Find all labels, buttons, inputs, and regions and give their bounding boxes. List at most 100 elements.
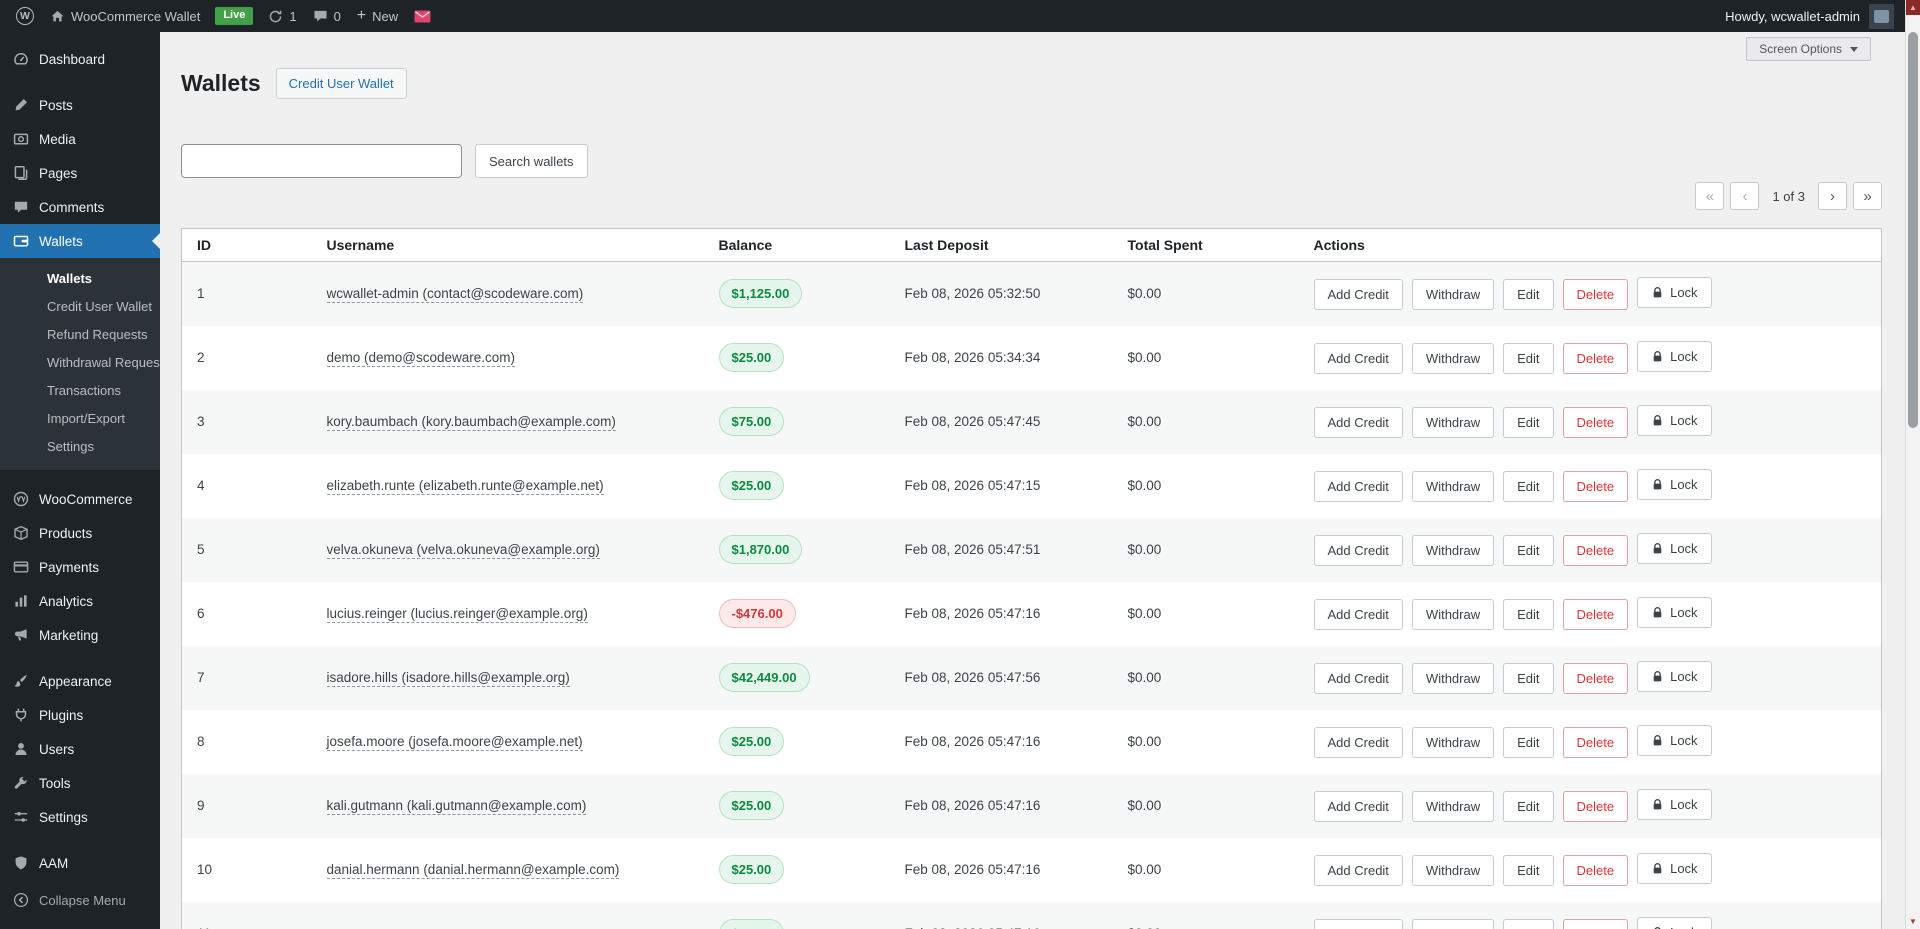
sidebar-item-comments[interactable]: Comments bbox=[0, 190, 160, 224]
add-credit-button[interactable]: Add Credit bbox=[1313, 727, 1403, 758]
sidebar-item-media[interactable]: Media bbox=[0, 122, 160, 156]
delete-button[interactable]: Delete bbox=[1562, 855, 1629, 886]
add-credit-button[interactable]: Add Credit bbox=[1313, 855, 1403, 886]
edit-button[interactable]: Edit bbox=[1503, 727, 1554, 758]
search-wallets-button[interactable]: Search wallets bbox=[475, 144, 588, 178]
sidebar-item-plugins[interactable]: Plugins bbox=[0, 698, 160, 732]
withdraw-button[interactable]: Withdraw bbox=[1411, 727, 1495, 758]
updates-indicator[interactable]: 1 bbox=[260, 0, 304, 32]
submenu-item-withdrawal-requests[interactable]: Withdrawal Requests bbox=[0, 349, 170, 377]
sidebar-item-woocommerce[interactable]: WooCommerce bbox=[0, 482, 160, 516]
add-credit-button[interactable]: Add Credit bbox=[1313, 918, 1403, 929]
sidebar-item-pages[interactable]: Pages bbox=[0, 156, 160, 190]
withdraw-button[interactable]: Withdraw bbox=[1411, 918, 1495, 929]
sidebar-item-appearance[interactable]: Appearance bbox=[0, 664, 160, 698]
delete-button[interactable]: Delete bbox=[1562, 471, 1629, 502]
sidebar-item-tools[interactable]: Tools bbox=[0, 766, 160, 800]
delete-button[interactable]: Delete bbox=[1562, 791, 1629, 822]
delete-button[interactable]: Delete bbox=[1562, 343, 1629, 374]
first-page-button[interactable]: « bbox=[1695, 182, 1725, 210]
collapse-menu-button[interactable]: Collapse Menu bbox=[0, 883, 160, 917]
withdraw-button[interactable]: Withdraw bbox=[1411, 855, 1495, 886]
mail-menu[interactable] bbox=[406, 0, 439, 32]
withdraw-button[interactable]: Withdraw bbox=[1411, 343, 1495, 374]
lock-button[interactable]: Lock bbox=[1637, 789, 1712, 820]
edit-button[interactable]: Edit bbox=[1503, 663, 1554, 694]
edit-button[interactable]: Edit bbox=[1503, 791, 1554, 822]
sidebar-item-products[interactable]: Products bbox=[0, 516, 160, 550]
lock-button[interactable]: Lock bbox=[1637, 853, 1712, 884]
site-name-menu[interactable]: WooCommerce Wallet bbox=[42, 0, 208, 32]
delete-button[interactable]: Delete bbox=[1562, 407, 1629, 438]
lock-button[interactable]: Lock bbox=[1637, 725, 1712, 756]
withdraw-button[interactable]: Withdraw bbox=[1411, 407, 1495, 438]
new-content-menu[interactable]: + New bbox=[349, 0, 406, 32]
lock-button[interactable]: Lock bbox=[1637, 533, 1712, 564]
add-credit-button[interactable]: Add Credit bbox=[1313, 407, 1403, 438]
withdraw-button[interactable]: Withdraw bbox=[1411, 791, 1495, 822]
delete-button[interactable]: Delete bbox=[1562, 535, 1629, 566]
edit-button[interactable]: Edit bbox=[1503, 343, 1554, 374]
sidebar-item-dashboard[interactable]: Dashboard bbox=[0, 42, 160, 76]
add-credit-button[interactable]: Add Credit bbox=[1313, 343, 1403, 374]
withdraw-button[interactable]: Withdraw bbox=[1411, 279, 1495, 311]
screen-options-button[interactable]: Screen Options bbox=[1746, 37, 1871, 61]
submenu-item-credit-user-wallet[interactable]: Credit User Wallet bbox=[0, 293, 160, 321]
scroll-up-button[interactable]: ▲ bbox=[1906, 0, 1920, 15]
lock-button[interactable]: Lock bbox=[1637, 597, 1712, 628]
sidebar-item-marketing[interactable]: Marketing bbox=[0, 618, 160, 652]
edit-button[interactable]: Edit bbox=[1503, 279, 1554, 311]
withdraw-button[interactable]: Withdraw bbox=[1411, 471, 1495, 502]
scroll-down-button[interactable]: ▼ bbox=[1906, 914, 1920, 929]
scrollbar-thumb[interactable] bbox=[1908, 32, 1918, 428]
lock-button[interactable]: Lock bbox=[1637, 277, 1712, 309]
submenu-item-refund-requests[interactable]: Refund Requests bbox=[0, 321, 160, 349]
submenu-item-transactions[interactable]: Transactions bbox=[0, 377, 160, 405]
wordpress-logo[interactable]: W bbox=[8, 0, 42, 32]
edit-button[interactable]: Edit bbox=[1503, 471, 1554, 502]
add-credit-button[interactable]: Add Credit bbox=[1313, 791, 1403, 822]
last-page-button[interactable]: » bbox=[1853, 182, 1882, 210]
lock-button[interactable]: Lock bbox=[1637, 916, 1712, 929]
sidebar-item-posts[interactable]: Posts bbox=[0, 88, 160, 122]
edit-button[interactable]: Edit bbox=[1503, 855, 1554, 886]
submenu-item-wallets[interactable]: Wallets bbox=[0, 265, 160, 293]
edit-button[interactable]: Edit bbox=[1503, 599, 1554, 630]
comments-indicator[interactable]: 0 bbox=[305, 0, 349, 32]
sidebar-item-aam[interactable]: AAM bbox=[0, 846, 160, 880]
lock-button[interactable]: Lock bbox=[1637, 469, 1712, 500]
sidebar-item-wallets[interactable]: Wallets bbox=[0, 224, 160, 258]
next-page-button[interactable]: › bbox=[1818, 182, 1847, 210]
credit-user-wallet-button[interactable]: Credit User Wallet bbox=[275, 68, 407, 99]
add-credit-button[interactable]: Add Credit bbox=[1313, 471, 1403, 502]
lock-button[interactable]: Lock bbox=[1637, 661, 1712, 692]
edit-button[interactable]: Edit bbox=[1503, 918, 1554, 929]
lock-button[interactable]: Lock bbox=[1637, 341, 1712, 372]
edit-button[interactable]: Edit bbox=[1503, 535, 1554, 566]
withdraw-button[interactable]: Withdraw bbox=[1411, 663, 1495, 694]
add-credit-button[interactable]: Add Credit bbox=[1313, 599, 1403, 630]
avatar[interactable] bbox=[1869, 3, 1894, 29]
prev-page-button[interactable]: ‹ bbox=[1730, 182, 1760, 210]
submenu-item-import-export[interactable]: Import/Export bbox=[0, 405, 160, 433]
withdraw-button[interactable]: Withdraw bbox=[1411, 599, 1495, 630]
add-credit-button[interactable]: Add Credit bbox=[1313, 663, 1403, 694]
add-credit-button[interactable]: Add Credit bbox=[1313, 279, 1403, 311]
delete-button[interactable]: Delete bbox=[1562, 918, 1629, 929]
edit-button[interactable]: Edit bbox=[1503, 407, 1554, 438]
delete-button[interactable]: Delete bbox=[1562, 727, 1629, 758]
lock-button[interactable]: Lock bbox=[1637, 405, 1712, 436]
delete-button[interactable]: Delete bbox=[1562, 599, 1629, 630]
withdraw-button[interactable]: Withdraw bbox=[1411, 535, 1495, 566]
sidebar-item-settings[interactable]: Settings bbox=[0, 800, 160, 834]
sidebar-item-users[interactable]: Users bbox=[0, 732, 160, 766]
sidebar-item-payments[interactable]: Payments bbox=[0, 550, 160, 584]
delete-button[interactable]: Delete bbox=[1562, 663, 1629, 694]
howdy-text[interactable]: Howdy, wcwallet-admin bbox=[1725, 9, 1860, 24]
add-credit-button[interactable]: Add Credit bbox=[1313, 535, 1403, 566]
submenu-item-settings[interactable]: Settings bbox=[0, 433, 160, 461]
search-input[interactable] bbox=[181, 144, 462, 178]
table-row: 10 danial.hermann (danial.hermann@example… bbox=[181, 837, 1882, 902]
sidebar-item-analytics[interactable]: Analytics bbox=[0, 584, 160, 618]
delete-button[interactable]: Delete bbox=[1562, 279, 1629, 311]
